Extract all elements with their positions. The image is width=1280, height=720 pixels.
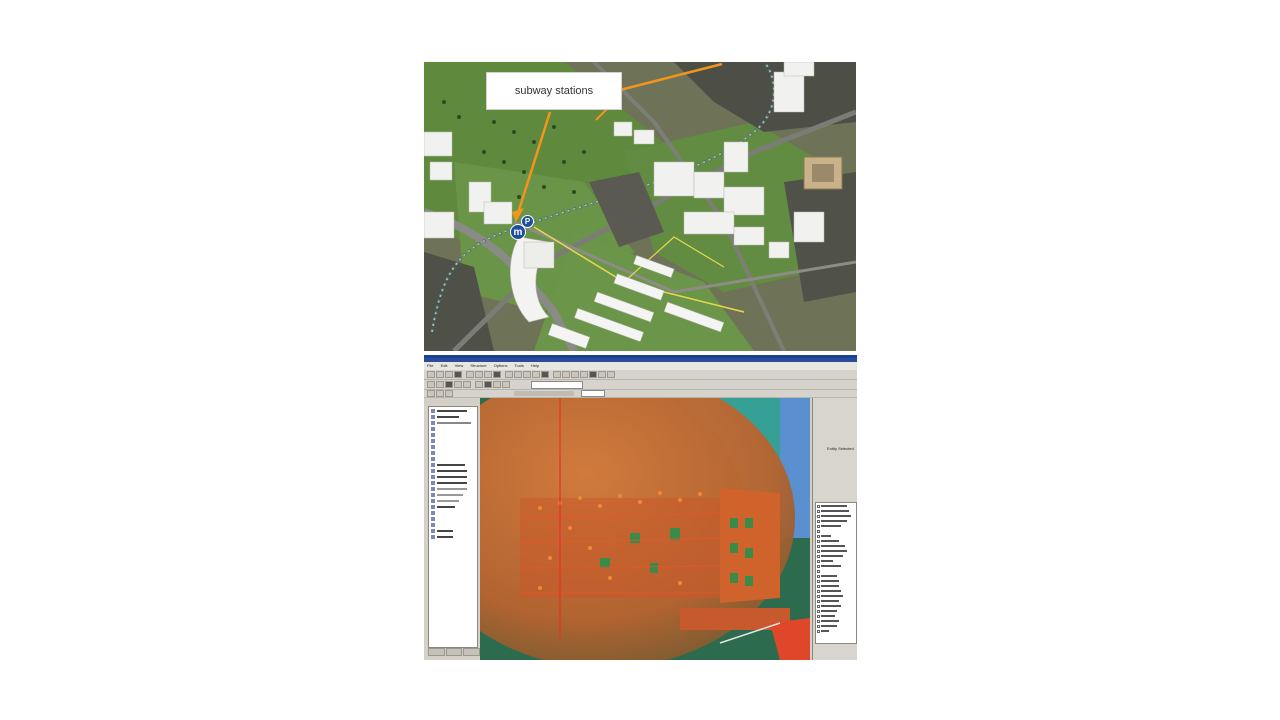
object-tree[interactable]: [815, 502, 857, 644]
paste-icon[interactable]: [484, 371, 492, 378]
line-icon[interactable]: [436, 381, 444, 388]
open-icon[interactable]: [436, 371, 444, 378]
clip-icon[interactable]: [475, 381, 483, 388]
zoom-out-icon[interactable]: [514, 371, 522, 378]
subway-stations-callout: subway stations: [486, 72, 622, 110]
point-icon[interactable]: [427, 381, 435, 388]
city-map-view: subway stations m P: [424, 62, 856, 351]
3d-viewport[interactable]: [480, 398, 810, 660]
menu-view[interactable]: View: [455, 363, 464, 368]
fit-view-icon[interactable]: [541, 371, 549, 378]
save-icon[interactable]: [445, 371, 453, 378]
menu-options[interactable]: Options: [494, 363, 508, 368]
texture-icon[interactable]: [502, 381, 510, 388]
sphere-icon[interactable]: [463, 381, 471, 388]
menu-tools[interactable]: Tools: [515, 363, 524, 368]
print-icon[interactable]: [454, 371, 462, 378]
toolbar-row-3: [424, 390, 857, 398]
toolbar-row-2: [424, 380, 857, 390]
tab-views[interactable]: [463, 648, 481, 656]
model-tree-panel[interactable]: [428, 406, 478, 648]
pan-icon[interactable]: [523, 371, 531, 378]
undo-icon[interactable]: [493, 371, 501, 378]
copy-icon[interactable]: [475, 371, 483, 378]
cut-icon[interactable]: [466, 371, 474, 378]
menu-help[interactable]: Help: [531, 363, 539, 368]
section-icon[interactable]: [484, 381, 492, 388]
measure-icon[interactable]: [571, 371, 579, 378]
camera-icon[interactable]: [607, 371, 615, 378]
search-input[interactable]: [531, 380, 583, 389]
snap-icon[interactable]: [436, 390, 444, 397]
menu-structure[interactable]: Structure: [470, 363, 486, 368]
select-icon[interactable]: [553, 371, 561, 378]
panel-tabs: [428, 648, 481, 656]
tab-structure[interactable]: [428, 648, 445, 656]
menu-file[interactable]: File: [427, 363, 433, 368]
rotate-icon[interactable]: [532, 371, 540, 378]
menu-bar: File Edit View Structure Options Tools H…: [424, 362, 857, 370]
move-icon[interactable]: [562, 371, 570, 378]
color-icon[interactable]: [493, 381, 501, 388]
mode-icon[interactable]: [427, 390, 435, 397]
toolbar-row-1: [424, 370, 857, 380]
properties-panel: Entity Selected: [812, 398, 857, 660]
parking-p-icon[interactable]: P: [521, 215, 534, 228]
point-cloud-render: [480, 398, 810, 660]
polygon-icon[interactable]: [445, 381, 453, 388]
light-icon[interactable]: [598, 371, 606, 378]
menu-edit[interactable]: Edit: [441, 363, 448, 368]
value-field[interactable]: [581, 390, 605, 397]
box-icon[interactable]: [454, 381, 462, 388]
layer-icon[interactable]: [580, 371, 588, 378]
grid-icon[interactable]: [445, 390, 453, 397]
new-icon[interactable]: [427, 371, 435, 378]
properties-label: Entity Selected: [827, 446, 854, 451]
modeling-app-window: File Edit View Structure Options Tools H…: [424, 355, 857, 660]
zoom-in-icon[interactable]: [505, 371, 513, 378]
coordinate-field[interactable]: [514, 391, 574, 396]
render-icon[interactable]: [589, 371, 597, 378]
tab-layers[interactable]: [445, 648, 463, 656]
